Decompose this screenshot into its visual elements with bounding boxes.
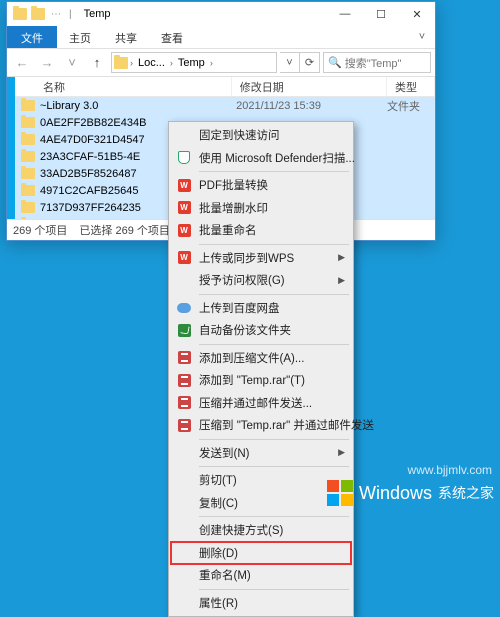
rename-icon: W	[178, 224, 191, 237]
archive-icon	[178, 396, 191, 409]
nav-forward-button[interactable]: →	[36, 52, 58, 74]
search-input[interactable]: 🔍 搜索"Temp"	[323, 52, 431, 73]
breadcrumb-segment[interactable]: Loc...	[135, 57, 168, 69]
ribbon-tab-home[interactable]: 主页	[57, 26, 103, 48]
column-type[interactable]: 类型	[387, 77, 435, 96]
windows-logo-icon	[327, 480, 353, 506]
ctx-wps-upload[interactable]: W上传或同步到WPS▶	[171, 247, 351, 270]
nav-pane-accent	[7, 77, 15, 219]
chevron-right-icon: ▶	[338, 252, 345, 263]
archive-icon	[178, 374, 191, 387]
folder-icon	[114, 57, 128, 69]
ribbon-file-tab[interactable]: 文件	[7, 26, 57, 48]
list-item[interactable]: ~Library 3.02021/11/23 15:39文件夹	[15, 97, 435, 114]
ctx-batch-rename[interactable]: W批量重命名	[171, 219, 351, 242]
chevron-right-icon[interactable]: ›	[130, 58, 133, 68]
shield-icon	[178, 151, 190, 164]
folder-icon	[21, 151, 35, 162]
watermark: Windows 系统之家	[327, 480, 494, 506]
separator	[199, 171, 349, 172]
ctx-zip-and-mail[interactable]: 压缩并通过邮件发送...	[171, 392, 351, 415]
separator	[199, 516, 349, 517]
address-bar[interactable]: › Loc... › Temp ›	[111, 52, 277, 73]
breadcrumb-segment[interactable]: Temp	[175, 57, 208, 69]
ctx-add-to-temp-rar[interactable]: 添加到 "Temp.rar"(T)	[171, 369, 351, 392]
minimize-button[interactable]: —	[327, 2, 363, 26]
folder-icon	[31, 8, 45, 20]
ctx-add-to-archive[interactable]: 添加到压缩文件(A)...	[171, 347, 351, 370]
overflow-icon[interactable]: ⋯	[49, 9, 63, 20]
ribbon-tab-share[interactable]: 共享	[103, 26, 149, 48]
folder-icon	[21, 185, 35, 196]
separator	[199, 244, 349, 245]
status-count: 269 个项目	[13, 222, 67, 238]
ribbon-tabs: 文件 主页 共享 查看 ˅	[7, 26, 435, 49]
ctx-zip-temp-and-mail[interactable]: 压缩到 "Temp.rar" 并通过邮件发送	[171, 414, 351, 437]
ctx-delete[interactable]: 删除(D)	[171, 542, 351, 565]
search-icon: 🔍	[328, 56, 342, 69]
address-dropdown-button[interactable]: ˅	[280, 52, 300, 73]
chevron-right-icon: ▶	[338, 275, 345, 286]
column-name[interactable]: 名称	[35, 77, 232, 96]
nav-history-dropdown[interactable]: ˅	[61, 52, 83, 74]
pdf-icon: W	[178, 179, 191, 192]
backup-icon	[178, 324, 191, 337]
ctx-copy[interactable]: 复制(C)	[171, 492, 351, 515]
title-bar[interactable]: ⋯ | Temp — ☐ ✕	[7, 2, 435, 26]
ctx-defender-scan[interactable]: 使用 Microsoft Defender扫描...	[171, 147, 351, 170]
ctx-send-to[interactable]: 发送到(N)▶	[171, 442, 351, 465]
context-menu: 固定到快速访问 使用 Microsoft Defender扫描... WPDF批…	[168, 121, 354, 617]
ribbon-expand-icon[interactable]: ˅	[409, 26, 435, 48]
separator	[199, 589, 349, 590]
folder-icon	[21, 100, 35, 111]
archive-icon	[178, 351, 191, 364]
chevron-right-icon[interactable]: ›	[210, 58, 213, 68]
separator	[199, 466, 349, 467]
nav-up-button[interactable]: ↑	[86, 52, 108, 74]
column-date[interactable]: 修改日期	[232, 77, 387, 96]
watermark-icon: W	[178, 201, 191, 214]
ctx-properties[interactable]: 属性(R)	[171, 592, 351, 615]
separator	[199, 439, 349, 440]
archive-icon	[178, 419, 191, 432]
wps-icon: W	[178, 251, 191, 264]
folder-icon	[21, 202, 35, 213]
cloud-icon	[177, 303, 191, 313]
ctx-rename[interactable]: 重命名(M)	[171, 564, 351, 587]
nav-back-button[interactable]: ←	[11, 52, 33, 74]
separator	[199, 294, 349, 295]
search-placeholder: 搜索"Temp"	[345, 55, 402, 71]
ctx-create-shortcut[interactable]: 创建快捷方式(S)	[171, 519, 351, 542]
address-bar-row: ← → ˅ ↑ › Loc... › Temp › ˅ ⟳ 🔍 搜索"Temp"	[7, 49, 435, 77]
ctx-auto-backup[interactable]: 自动备份该文件夹	[171, 319, 351, 342]
folder-icon	[13, 8, 27, 20]
watermark-brand: Windows	[359, 483, 432, 504]
ctx-cut[interactable]: 剪切(T)	[171, 469, 351, 492]
chevron-right-icon[interactable]: ›	[170, 58, 173, 68]
divider: |	[67, 9, 74, 20]
ctx-baidu-upload[interactable]: 上传到百度网盘	[171, 297, 351, 320]
watermark-url: www.bjjmlv.com	[408, 463, 492, 477]
close-button[interactable]: ✕	[399, 2, 435, 26]
chevron-right-icon: ▶	[338, 447, 345, 458]
ctx-pin-to-quick-access[interactable]: 固定到快速访问	[171, 124, 351, 147]
folder-icon	[21, 117, 35, 128]
ctx-grant-access[interactable]: 授予访问权限(G)▶	[171, 269, 351, 292]
ctx-pdf-convert[interactable]: WPDF批量转换	[171, 174, 351, 197]
ribbon-tab-view[interactable]: 查看	[149, 26, 195, 48]
refresh-button[interactable]: ⟳	[300, 52, 320, 73]
watermark-suffix: 系统之家	[438, 483, 494, 503]
maximize-button[interactable]: ☐	[363, 2, 399, 26]
status-selection: 已选择 269 个项目	[79, 222, 169, 238]
folder-icon	[21, 168, 35, 179]
separator	[199, 344, 349, 345]
window-title: Temp	[80, 8, 327, 20]
folder-icon	[21, 134, 35, 145]
column-headers: 名称 修改日期 类型	[15, 77, 435, 97]
ctx-watermark[interactable]: W批量增删水印	[171, 197, 351, 220]
